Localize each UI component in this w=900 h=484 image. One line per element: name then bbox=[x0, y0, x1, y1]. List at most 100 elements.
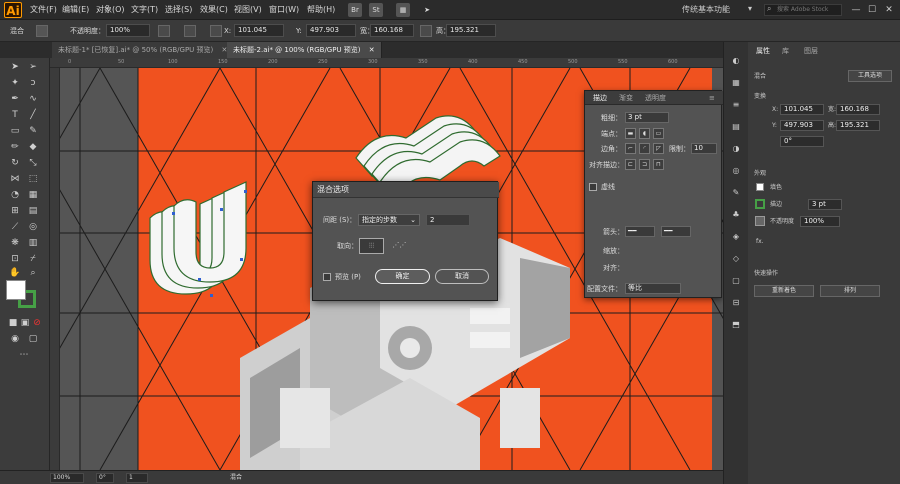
cancel-button[interactable]: 取消 bbox=[435, 269, 489, 284]
edit-toolbar-icon[interactable]: ⋯ bbox=[17, 348, 31, 362]
ok-button[interactable]: 确定 bbox=[375, 269, 430, 284]
close-icon[interactable]: ✕ bbox=[369, 46, 375, 54]
round-cap-icon[interactable]: ◖ bbox=[639, 128, 650, 139]
rotate-angle-field[interactable]: 0° bbox=[780, 136, 824, 147]
blend-tool-icon[interactable]: ◎ bbox=[26, 220, 40, 234]
tab-layers[interactable]: 图层 bbox=[804, 42, 818, 60]
selection-tool-icon[interactable]: ➤ bbox=[8, 60, 22, 74]
constrain-link-icon[interactable] bbox=[420, 25, 432, 37]
fill-swatch[interactable] bbox=[756, 183, 764, 191]
symbol-sprayer-tool-icon[interactable]: ❋ bbox=[8, 236, 22, 250]
type-tool-icon[interactable]: T bbox=[8, 108, 22, 122]
w-field[interactable]: 160.168 bbox=[370, 24, 414, 37]
zoom-field[interactable]: 100% bbox=[50, 473, 84, 483]
rectangle-tool-icon[interactable]: ▭ bbox=[8, 124, 22, 138]
fx-button[interactable]: fx. bbox=[756, 237, 764, 246]
dashed-line-checkbox[interactable] bbox=[589, 183, 597, 191]
menu-view[interactable]: 视图(V) bbox=[234, 0, 262, 20]
x-field[interactable]: 101.045 bbox=[780, 104, 824, 115]
menu-edit[interactable]: 编辑(E) bbox=[62, 0, 89, 20]
opacity-field[interactable]: 100% bbox=[106, 24, 150, 37]
spacing-select[interactable]: 指定的步数 ⌄ bbox=[358, 214, 420, 226]
eraser-tool-icon[interactable]: ◆ bbox=[26, 140, 40, 154]
pen-tool-icon[interactable]: ✒ bbox=[8, 92, 22, 106]
perspective-grid-tool-icon[interactable]: ▦ bbox=[26, 188, 40, 202]
start-arrow-select[interactable]: ━━ bbox=[625, 226, 655, 237]
menu-object[interactable]: 对象(O) bbox=[96, 0, 125, 20]
width-tool-icon[interactable]: ⋈ bbox=[8, 172, 22, 186]
minimize-button[interactable]: — bbox=[848, 2, 864, 18]
shape-builder-tool-icon[interactable]: ◔ bbox=[8, 188, 22, 202]
direct-selection-tool-icon[interactable]: ➢ bbox=[26, 60, 40, 74]
tab-transparency[interactable]: 透明度 bbox=[645, 91, 666, 105]
stock-icon[interactable]: St bbox=[369, 3, 383, 17]
steps-input[interactable]: 2 bbox=[426, 214, 470, 226]
menu-effect[interactable]: 效果(C) bbox=[200, 0, 228, 20]
stroke-swatch[interactable] bbox=[755, 199, 765, 209]
symbols-panel-icon[interactable]: ♣ bbox=[729, 208, 743, 222]
graphic-styles-panel-icon[interactable]: ◈ bbox=[729, 230, 743, 244]
align-panel-icon[interactable]: ⊟ bbox=[729, 296, 743, 310]
preview-checkbox[interactable] bbox=[323, 273, 331, 281]
rotate-view-field[interactable]: 0° bbox=[96, 473, 114, 483]
h-field[interactable]: 195.321 bbox=[836, 120, 880, 131]
column-graph-tool-icon[interactable]: ▥ bbox=[26, 236, 40, 250]
tool-options-button[interactable]: 工具选项 bbox=[848, 70, 892, 82]
maximize-button[interactable]: ☐ bbox=[864, 2, 880, 18]
artboard-number-field[interactable]: 1 bbox=[126, 473, 148, 483]
miter-join-icon[interactable]: ⌐ bbox=[625, 143, 636, 154]
zoom-tool-icon[interactable]: ⌕ bbox=[26, 266, 40, 280]
arrange-button[interactable]: 排列 bbox=[820, 285, 880, 297]
tab-gradient[interactable]: 渐变 bbox=[619, 91, 633, 105]
workspace-switcher[interactable]: 传统基本功能 bbox=[682, 0, 730, 20]
brushes-panel-icon[interactable]: ✎ bbox=[729, 186, 743, 200]
x-field[interactable]: 101.045 bbox=[234, 24, 284, 37]
screen-mode-icon[interactable]: ▢ bbox=[26, 332, 40, 346]
horizontal-ruler[interactable]: 0 50 100 150 200 250 300 350 400 450 500… bbox=[50, 58, 723, 68]
round-join-icon[interactable]: ◜ bbox=[639, 143, 650, 154]
recolor-button[interactable]: 重新着色 bbox=[754, 285, 814, 297]
y-field[interactable]: 497.903 bbox=[780, 120, 824, 131]
opacity-field[interactable]: 100% bbox=[800, 216, 840, 227]
free-transform-tool-icon[interactable]: ⬚ bbox=[26, 172, 40, 186]
fill-swatch-small[interactable] bbox=[36, 25, 48, 37]
tab-libraries[interactable]: 库 bbox=[782, 42, 789, 60]
align-center-icon[interactable]: ⊏ bbox=[625, 159, 636, 170]
menu-type[interactable]: 文字(T) bbox=[131, 0, 158, 20]
artboard-tool-icon[interactable]: ⊡ bbox=[8, 252, 22, 266]
stock-search-input[interactable]: 搜索 Adobe Stock bbox=[764, 4, 842, 16]
butt-cap-icon[interactable]: ▬ bbox=[625, 128, 636, 139]
send-icon[interactable]: ➤ bbox=[420, 3, 434, 17]
align-to-page-icon[interactable]: ⫶⫶⫶ bbox=[359, 238, 384, 254]
bridge-icon[interactable]: Br bbox=[348, 3, 362, 17]
curvature-tool-icon[interactable]: ∿ bbox=[26, 92, 40, 106]
draw-mode-icon[interactable]: ◉ bbox=[8, 332, 22, 346]
recolor-icon[interactable] bbox=[184, 25, 196, 37]
pencil-tool-icon[interactable]: ✏ bbox=[8, 140, 22, 154]
rotate-tool-icon[interactable]: ↻ bbox=[8, 156, 22, 170]
mesh-tool-icon[interactable]: ⊞ bbox=[8, 204, 22, 218]
layers-panel-icon[interactable]: ◇ bbox=[729, 252, 743, 266]
line-tool-icon[interactable]: ╱ bbox=[26, 108, 40, 122]
limit-field[interactable]: 10 bbox=[691, 143, 717, 154]
align-to-path-icon[interactable]: ⋰⋰ bbox=[387, 238, 412, 254]
align-icon[interactable] bbox=[210, 25, 222, 37]
fill-color-swatch[interactable] bbox=[6, 280, 26, 300]
menu-window[interactable]: 窗口(W) bbox=[269, 0, 299, 20]
h-field[interactable]: 195.321 bbox=[446, 24, 496, 37]
magic-wand-tool-icon[interactable]: ✦ bbox=[8, 76, 22, 90]
menu-file[interactable]: 文件(F) bbox=[30, 0, 57, 20]
workspace-dropdown-icon[interactable]: ▾ bbox=[748, 4, 752, 13]
none-mode-icon[interactable]: ⊘ bbox=[30, 316, 44, 330]
appearance-panel-icon[interactable]: ◎ bbox=[729, 164, 743, 178]
paintbrush-tool-icon[interactable]: ✎ bbox=[26, 124, 40, 138]
swatches-panel-icon[interactable]: ▦ bbox=[729, 76, 743, 90]
projecting-cap-icon[interactable]: ▭ bbox=[653, 128, 664, 139]
close-button[interactable]: ✕ bbox=[881, 2, 897, 18]
color-panel-icon[interactable]: ◐ bbox=[729, 54, 743, 68]
tab-document-1[interactable]: 未标题-1* [已恢复].ai* @ 50% (RGB/GPU 预览) ✕ bbox=[52, 42, 235, 58]
align-inside-icon[interactable]: ⊐ bbox=[639, 159, 650, 170]
eyedropper-tool-icon[interactable]: ⟋ bbox=[8, 220, 22, 234]
tab-document-2[interactable]: 未标题-2.ai* @ 100% (RGB/GPU 预览) ✕ bbox=[227, 42, 382, 58]
stroke-panel-icon[interactable]: ≡ bbox=[729, 98, 743, 112]
